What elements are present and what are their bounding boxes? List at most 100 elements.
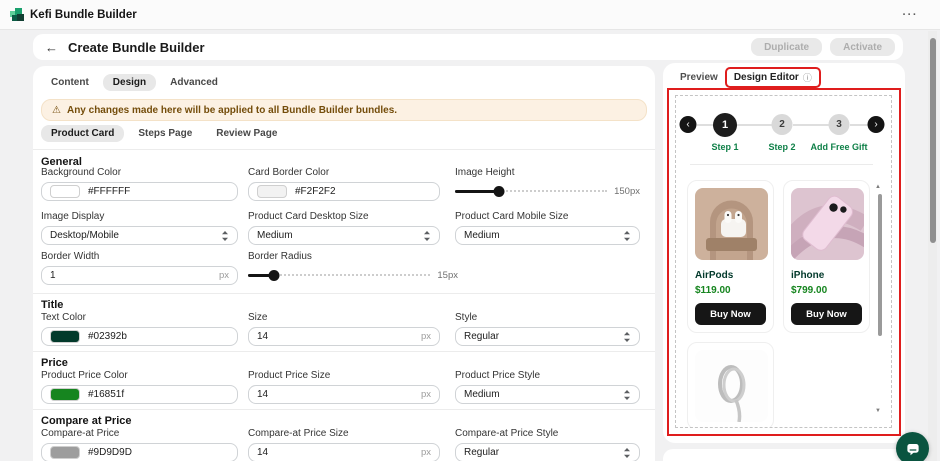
settings-panel: Content Design Advanced ⚠ Any changes ma… — [33, 66, 655, 461]
field-label: Size — [248, 312, 440, 323]
background-color-value[interactable] — [88, 186, 229, 197]
chat-launcher-button[interactable] — [896, 432, 929, 461]
color-swatch[interactable] — [50, 446, 80, 459]
subtab-product-card[interactable]: Product Card — [41, 125, 124, 142]
stepper: ‹ 1 2 3 › Step 1 Step 2 Add Free Gift — [676, 104, 891, 154]
field-image-height: Image Height 150px — [455, 167, 640, 201]
desktop-size-select[interactable]: Medium — [248, 226, 440, 245]
slider-handle[interactable] — [268, 270, 279, 281]
field-title-size: Size px — [248, 312, 440, 346]
stepper-next-button[interactable]: › — [868, 116, 885, 133]
background-color-input[interactable] — [41, 182, 238, 201]
border-radius-slider[interactable] — [248, 269, 430, 282]
mobile-size-select[interactable]: Medium — [455, 226, 640, 245]
field-compare-style: Compare-at Price Style Regular — [455, 428, 640, 461]
app-title: Kefi Bundle Builder — [30, 9, 137, 21]
compare-size-input[interactable]: px — [248, 443, 440, 461]
product-card-airpods[interactable]: AirPods $119.00 Buy Now — [687, 180, 774, 333]
chat-icon — [903, 439, 923, 459]
divider — [690, 164, 873, 165]
field-price-size: Product Price Size px — [248, 370, 440, 404]
warning-icon: ⚠ — [52, 105, 61, 116]
subtab-steps-page[interactable]: Steps Page — [128, 125, 202, 142]
tab-design-editor[interactable]: Design Editor ⓘ — [725, 67, 821, 88]
product-card-iphone[interactable]: iPhone $799.00 Buy Now — [783, 180, 870, 333]
stepper-prev-button[interactable]: ‹ — [680, 116, 697, 133]
section-title-compare: Compare at Price — [41, 415, 131, 427]
divider — [33, 409, 655, 410]
warning-text: Any changes made here will be applied to… — [67, 105, 397, 116]
product-title: AirPods — [695, 270, 766, 281]
back-button[interactable]: ← — [45, 40, 58, 55]
card-border-color-input[interactable] — [248, 182, 440, 201]
field-label: Product Price Color — [41, 370, 238, 381]
color-swatch[interactable] — [50, 388, 80, 401]
title-size-input[interactable]: px — [248, 327, 440, 346]
color-swatch[interactable] — [50, 185, 80, 198]
subtab-review-page[interactable]: Review Page — [206, 125, 287, 142]
card-border-color-value[interactable] — [295, 186, 431, 197]
duplicate-button[interactable]: Duplicate — [751, 38, 822, 56]
activate-button[interactable]: Activate — [830, 38, 895, 56]
title-text-color-value[interactable] — [88, 331, 229, 342]
title-size-value[interactable] — [257, 331, 415, 342]
slider-value: 15px — [437, 270, 458, 281]
overflow-menu-icon[interactable]: ··· — [903, 9, 919, 21]
price-size-input[interactable]: px — [248, 385, 440, 404]
cable-product-image — [695, 350, 768, 422]
price-style-select[interactable]: Medium — [455, 385, 640, 404]
title-text-color-input[interactable] — [41, 327, 238, 346]
field-label: Text Color — [41, 312, 238, 323]
field-border-radius: Border Radius 15px — [248, 251, 458, 285]
bottom-panel — [663, 449, 905, 461]
color-swatch[interactable] — [50, 330, 80, 343]
price-size-value[interactable] — [257, 389, 415, 400]
title-style-select[interactable]: Regular — [455, 327, 640, 346]
buy-now-button[interactable]: Buy Now — [695, 303, 766, 325]
compare-color-value[interactable] — [88, 447, 229, 458]
field-label: Image Height — [455, 167, 640, 178]
page-scrollbar-thumb[interactable] — [930, 38, 936, 243]
field-label: Image Display — [41, 211, 238, 222]
price-color-input[interactable] — [41, 385, 238, 404]
field-label: Compare-at Price Style — [455, 428, 640, 439]
image-display-select[interactable]: Desktop/Mobile — [41, 226, 238, 245]
page-scrollbar[interactable] — [928, 31, 937, 461]
divider — [33, 351, 655, 352]
field-label: Product Card Desktop Size — [248, 211, 440, 222]
field-label: Product Price Style — [455, 370, 640, 381]
compare-style-select[interactable]: Regular — [455, 443, 640, 461]
step-circle-3[interactable]: 3 — [829, 114, 850, 135]
product-card-cable[interactable] — [687, 342, 774, 427]
tab-content[interactable]: Content — [41, 74, 99, 91]
border-width-value[interactable] — [50, 270, 213, 281]
select-chevron-icon — [623, 389, 631, 401]
buy-now-button[interactable]: Buy Now — [791, 303, 862, 325]
preview-scrollbar-thumb[interactable] — [878, 194, 882, 336]
field-label: Compare-at Price Size — [248, 428, 440, 439]
step-circle-2[interactable]: 2 — [772, 114, 793, 135]
slider-handle[interactable] — [494, 186, 505, 197]
step-label-2: Step 2 — [768, 142, 795, 152]
border-width-input[interactable]: px — [41, 266, 238, 285]
scroll-down-icon[interactable]: ▼ — [875, 408, 881, 414]
preview-panel: Preview Design Editor ⓘ ‹ 1 2 3 › Step — [663, 63, 905, 443]
info-icon: ⓘ — [803, 71, 812, 84]
tab-design[interactable]: Design — [103, 74, 156, 91]
step-circle-1[interactable]: 1 — [713, 113, 737, 137]
tab-preview[interactable]: Preview — [678, 68, 720, 87]
color-swatch[interactable] — [257, 185, 287, 198]
page-header: ← Create Bundle Builder Duplicate Activa… — [33, 34, 903, 60]
divider — [33, 149, 655, 150]
select-chevron-icon — [221, 230, 229, 242]
field-compare-color: Compare-at Price — [41, 428, 238, 461]
stepper-line — [793, 124, 829, 126]
main-tabs: Content Design Advanced — [41, 74, 228, 91]
image-height-slider[interactable] — [455, 185, 607, 198]
scroll-up-icon[interactable]: ▲ — [875, 184, 881, 190]
price-color-value[interactable] — [88, 389, 229, 400]
design-subtabs: Product Card Steps Page Review Page — [41, 125, 287, 142]
compare-color-input[interactable] — [41, 443, 238, 461]
tab-advanced[interactable]: Advanced — [160, 74, 228, 91]
compare-size-value[interactable] — [257, 447, 415, 458]
